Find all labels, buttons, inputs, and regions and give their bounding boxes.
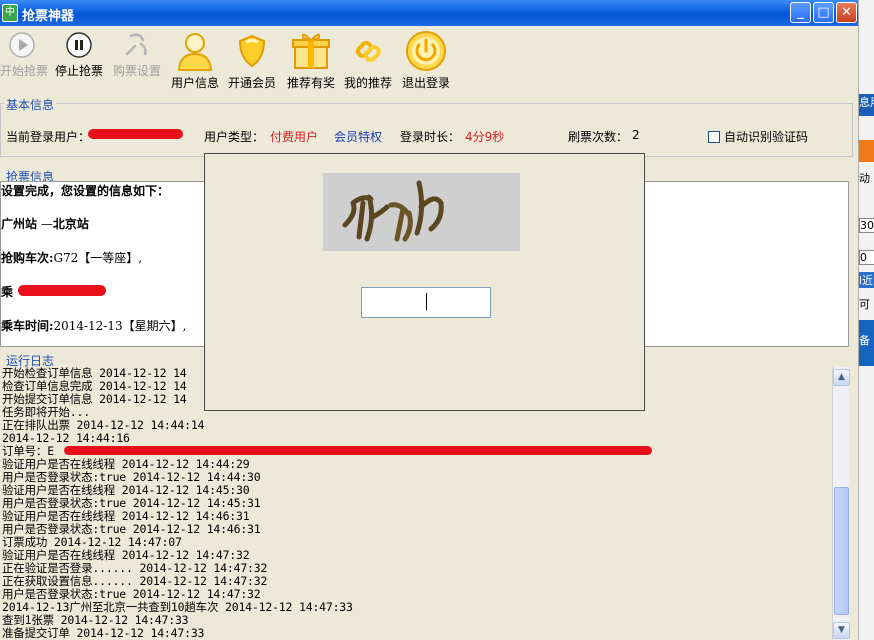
ticket-line-route: 广州站 —北京站 bbox=[1, 217, 89, 231]
redacted-order-line bbox=[64, 446, 652, 455]
ticket-line-date: 乘车时间:2014-12-13【星期六】, bbox=[1, 319, 187, 333]
refresh-count-value: 2 bbox=[632, 128, 640, 142]
auto-captcha-checkbox[interactable]: 自动识别验证码 bbox=[708, 128, 808, 145]
captcha-dialog bbox=[204, 153, 645, 411]
current-user-label: 当前登录用户： bbox=[6, 130, 91, 144]
background-window: 息用 动 30 0 l近多 可 备 bbox=[858, 0, 874, 640]
bg-strip-6: 可 bbox=[859, 298, 870, 311]
bg-strip-3: 30 bbox=[859, 218, 874, 233]
settings-icon bbox=[125, 33, 147, 56]
ticket-line-summary: 设置完成，您设置的信息如下： bbox=[1, 184, 170, 198]
captcha-glyphs bbox=[342, 180, 444, 242]
bg-strip-5: l近多 bbox=[859, 272, 874, 288]
play-icon bbox=[9, 32, 35, 58]
login-duration-label: 登录时长： bbox=[400, 130, 461, 144]
gift-icon bbox=[292, 33, 330, 69]
app-icon: 中 bbox=[2, 4, 18, 22]
user-icon bbox=[177, 33, 213, 71]
my-referrals-label: 我的推荐 bbox=[343, 76, 392, 90]
member-privilege-link[interactable]: 会员特权 bbox=[334, 128, 382, 145]
stop-button-label: 停止抢票 bbox=[54, 64, 103, 78]
bg-strip-7: 备 bbox=[859, 320, 874, 366]
bg-strip-4: 0 bbox=[859, 250, 874, 265]
refresh-count-label: 刷票次数： bbox=[568, 130, 629, 144]
scroll-thumb[interactable] bbox=[834, 487, 849, 615]
close-button[interactable]: ✕ bbox=[836, 2, 857, 23]
open-membership-label: 开通会员 bbox=[227, 76, 276, 90]
logout-label: 退出登录 bbox=[401, 76, 450, 90]
log-scrollbar[interactable]: ▲ ▼ bbox=[832, 367, 850, 640]
captcha-input[interactable] bbox=[361, 287, 491, 318]
ticket-line-train: 抢购车次:G72【一等座】, bbox=[1, 251, 143, 265]
shield-icon bbox=[238, 34, 266, 68]
pause-icon bbox=[66, 32, 92, 58]
ticket-line-passenger: 乘 bbox=[1, 285, 14, 299]
basic-info-title: 基本信息 bbox=[4, 96, 57, 113]
my-referrals-button[interactable]: 我的推荐 bbox=[343, 30, 393, 92]
minimize-button[interactable]: _ bbox=[790, 2, 811, 23]
login-duration-value: 4分9秒 bbox=[465, 130, 505, 144]
scroll-down-button[interactable]: ▼ bbox=[833, 622, 850, 639]
maximize-button[interactable]: □ bbox=[813, 2, 834, 23]
captcha-image bbox=[323, 173, 520, 251]
redacted-username bbox=[88, 129, 183, 139]
user-type-label: 用户类型： bbox=[204, 130, 265, 144]
bg-strip-1: 息用 bbox=[859, 94, 874, 116]
stop-button[interactable]: 停止抢票 bbox=[54, 30, 104, 92]
auto-captcha-label: 自动识别验证码 bbox=[724, 130, 809, 144]
link-icon bbox=[355, 40, 381, 62]
window-title: 抢票神器 bbox=[22, 9, 75, 24]
referral-reward-label: 推荐有奖 bbox=[286, 76, 335, 90]
start-button-label: 开始抢票 bbox=[0, 64, 49, 78]
title-bar[interactable]: 中 抢票神器 _ □ ✕ bbox=[0, 0, 858, 26]
power-icon bbox=[406, 31, 446, 71]
text-caret bbox=[426, 293, 427, 310]
bg-strip-orange bbox=[859, 140, 874, 162]
ticket-settings-button[interactable]: 购票设置 bbox=[112, 30, 162, 92]
scroll-up-button[interactable]: ▲ bbox=[833, 369, 850, 386]
referral-reward-button[interactable]: 推荐有奖 bbox=[285, 30, 337, 92]
toolbar: 开始抢票 停止抢票 购票设置 用户信息 开通会员 推荐有奖 我的推荐 退出登录 bbox=[0, 26, 858, 94]
bg-strip-2: 动 bbox=[859, 172, 870, 185]
logout-button[interactable]: 退出登录 bbox=[400, 30, 452, 92]
start-button[interactable]: 开始抢票 bbox=[0, 30, 49, 92]
ticket-settings-label: 购票设置 bbox=[112, 64, 161, 78]
log-line: 准备提交订单 2014-12-12 14:47:33 bbox=[2, 626, 205, 640]
open-membership-button[interactable]: 开通会员 bbox=[227, 30, 277, 92]
user-info-button[interactable]: 用户信息 bbox=[170, 30, 220, 92]
redacted-passenger bbox=[18, 285, 106, 296]
auto-captcha-box[interactable] bbox=[708, 131, 720, 143]
user-type-value: 付费用户 bbox=[270, 130, 319, 144]
user-info-label: 用户信息 bbox=[170, 76, 219, 90]
